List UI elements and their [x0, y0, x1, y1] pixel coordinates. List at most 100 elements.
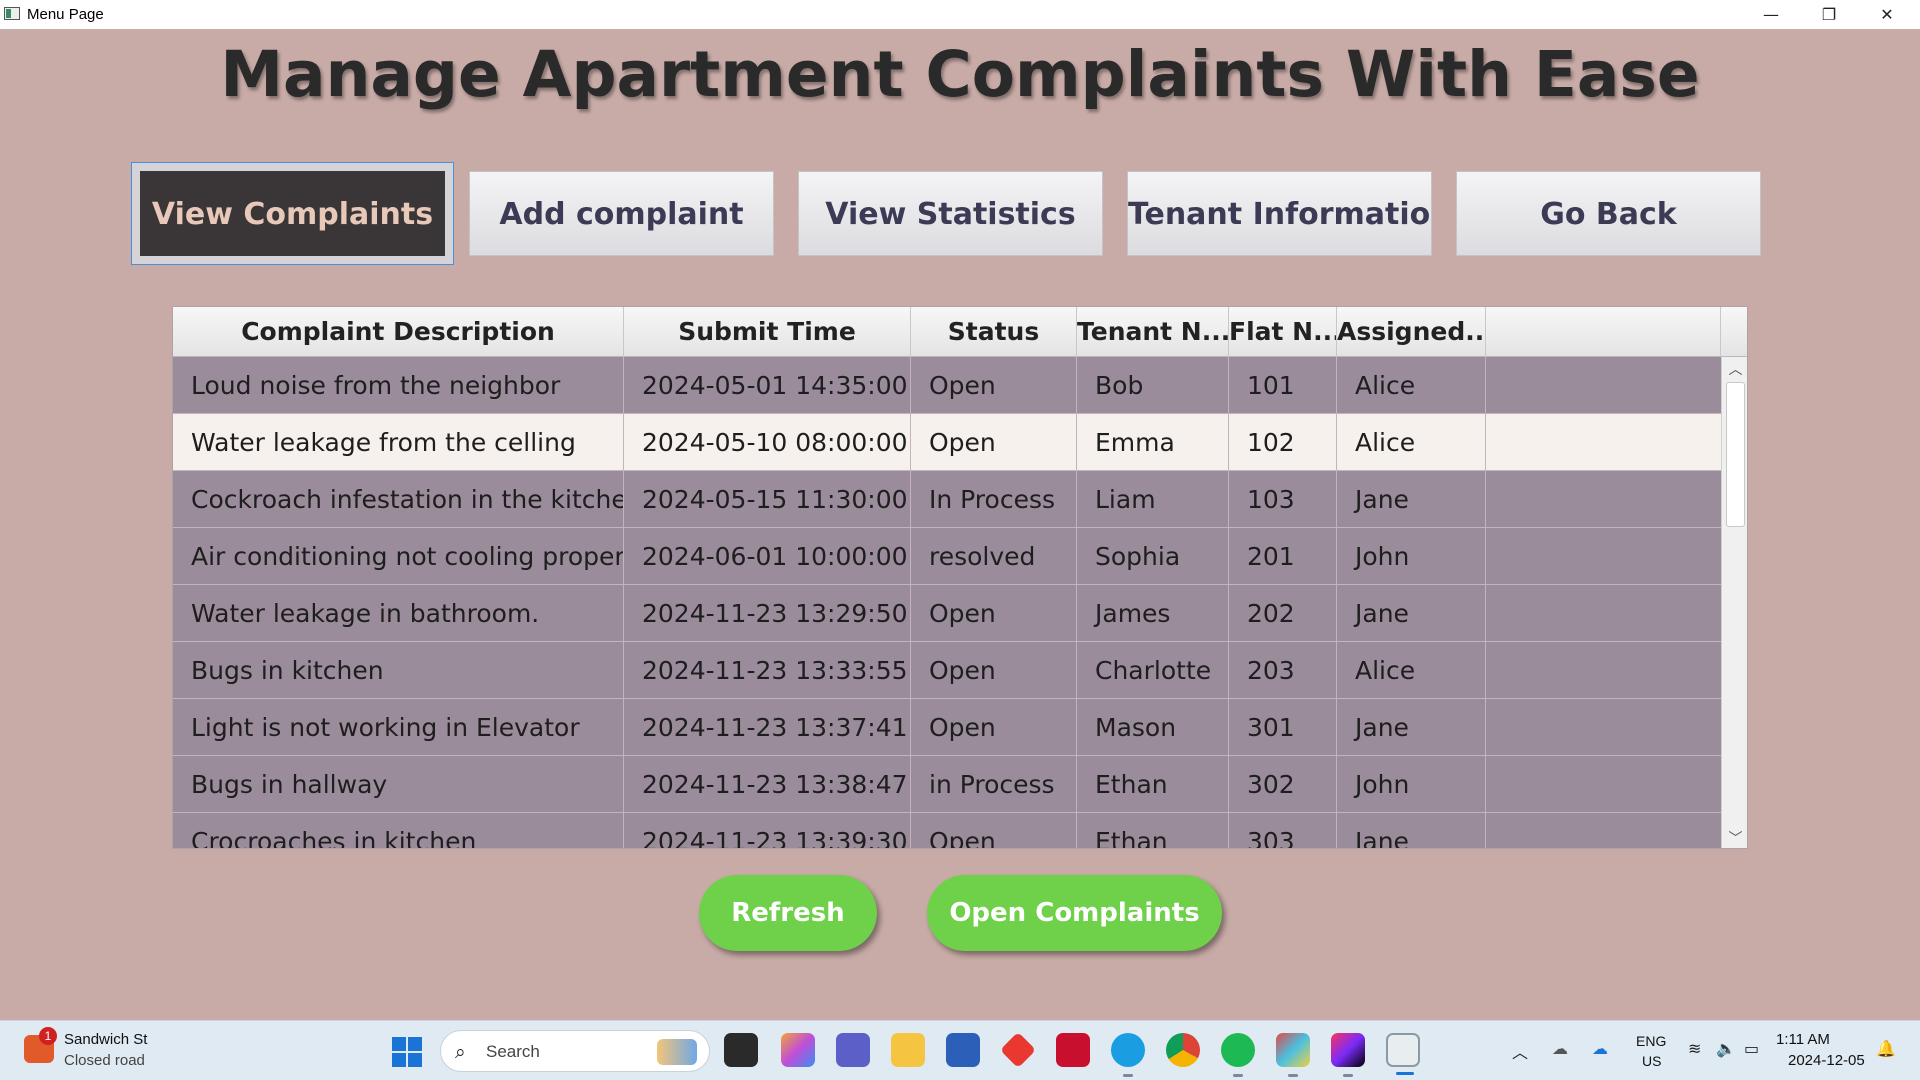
cell-description[interactable]: Bugs in hallway — [173, 756, 624, 813]
volume-icon[interactable]: 🔈 — [1716, 1039, 1736, 1058]
cell-assigned[interactable]: Jane — [1337, 813, 1486, 848]
view-statistics-button[interactable]: View Statistics — [798, 171, 1103, 256]
cell-description[interactable]: Crocroaches in kitchen — [173, 813, 624, 848]
cell-tenant-name[interactable]: Mason — [1077, 699, 1229, 756]
java-app-window-icon[interactable] — [1386, 1033, 1420, 1075]
cell-submit-time[interactable]: 2024-11-23 13:39:30 — [624, 813, 911, 848]
go-back-button[interactable]: Go Back — [1456, 171, 1761, 256]
cell-status[interactable]: in Process — [911, 756, 1077, 813]
edge-icon[interactable] — [1111, 1033, 1145, 1077]
cell-assigned[interactable]: Jane — [1337, 699, 1486, 756]
cell-assigned[interactable]: John — [1337, 528, 1486, 585]
scrollbar-thumb[interactable] — [1726, 382, 1745, 527]
cell-assigned[interactable]: Alice — [1337, 414, 1486, 471]
cell-submit-time[interactable]: 2024-05-10 08:00:00 — [624, 414, 911, 471]
notification-bell-icon[interactable]: 🔔 — [1876, 1039, 1896, 1058]
cell-status[interactable]: Open — [911, 357, 1077, 414]
refresh-button[interactable]: Refresh — [699, 875, 877, 951]
spotify-icon[interactable] — [1221, 1033, 1255, 1077]
scroll-down-arrow-icon[interactable]: ﹀ — [1722, 828, 1747, 848]
column-header-status[interactable]: Status — [911, 307, 1077, 357]
cell-submit-time[interactable]: 2024-11-23 13:38:47 — [624, 756, 911, 813]
minimize-button[interactable]: — — [1742, 0, 1800, 29]
cell-status[interactable]: Open — [911, 699, 1077, 756]
git-tool-icon[interactable] — [1276, 1033, 1310, 1077]
cell-tenant-name[interactable]: Bob — [1077, 357, 1229, 414]
cell-status[interactable]: In Process — [911, 471, 1077, 528]
cell-assigned[interactable]: Alice — [1337, 357, 1486, 414]
clock-date[interactable]: 2024-12-05 — [1788, 1052, 1865, 1069]
cell-assigned[interactable]: John — [1337, 756, 1486, 813]
column-header-flat-number[interactable]: Flat N... — [1229, 307, 1337, 357]
cell-description[interactable]: Light is not working in Elevator — [173, 699, 624, 756]
cell-description[interactable]: Loud noise from the neighbor — [173, 357, 624, 414]
cell-submit-time[interactable]: 2024-11-23 13:37:41 — [624, 699, 911, 756]
table-row[interactable]: Crocroaches in kitchen 2024-11-23 13:39:3… — [173, 813, 1721, 848]
table-row[interactable]: Light is not working in Elevator 2024-11-… — [173, 699, 1721, 756]
column-header-assigned[interactable]: Assigned... — [1337, 307, 1486, 357]
table-row[interactable]: Air conditioning not cooling properly 202… — [173, 528, 1721, 585]
show-hidden-icons-chevron-icon[interactable]: ︿ — [1512, 1039, 1528, 1063]
cell-submit-time[interactable]: 2024-11-23 13:33:55 — [624, 642, 911, 699]
table-row[interactable]: Bugs in hallway 2024-11-23 13:38:47 in Pro… — [173, 756, 1721, 813]
weather-widget-subtitle[interactable]: Closed road — [64, 1052, 145, 1069]
tenant-information-button[interactable]: Tenant Information — [1127, 171, 1432, 256]
cell-flat-number[interactable]: 202 — [1229, 585, 1337, 642]
cell-flat-number[interactable]: 101 — [1229, 357, 1337, 414]
cell-flat-number[interactable]: 302 — [1229, 756, 1337, 813]
file-explorer-icon[interactable] — [891, 1033, 925, 1067]
weather-widget-title[interactable]: Sandwich St — [64, 1031, 147, 1048]
table-vertical-scrollbar[interactable]: ︿ ﹀ — [1721, 357, 1747, 848]
cell-submit-time[interactable]: 2024-05-01 14:35:00 — [624, 357, 911, 414]
cell-status[interactable]: resolved — [911, 528, 1077, 585]
cell-tenant-name[interactable]: James — [1077, 585, 1229, 642]
view-complaints-button[interactable]: View Complaints — [140, 171, 445, 256]
battery-icon[interactable]: ▭ — [1744, 1039, 1759, 1058]
mcafee-icon[interactable] — [1056, 1033, 1090, 1067]
taskbar-search-box[interactable]: ⌕ Search — [440, 1030, 710, 1072]
cell-status[interactable]: Open — [911, 585, 1077, 642]
cell-flat-number[interactable]: 303 — [1229, 813, 1337, 848]
scroll-up-arrow-icon[interactable]: ︿ — [1722, 359, 1747, 379]
column-header-tenant-name[interactable]: Tenant N... — [1077, 307, 1229, 357]
cell-status[interactable]: Open — [911, 642, 1077, 699]
cell-status[interactable]: Open — [911, 813, 1077, 848]
cell-description[interactable]: Cockroach infestation in the kitchen — [173, 471, 624, 528]
table-row[interactable]: Loud noise from the neighbor 2024-05-01 1… — [173, 357, 1721, 414]
cell-tenant-name[interactable]: Sophia — [1077, 528, 1229, 585]
cell-flat-number[interactable]: 301 — [1229, 699, 1337, 756]
windows-start-icon[interactable] — [392, 1037, 422, 1067]
cell-description[interactable]: Water leakage from the celling — [173, 414, 624, 471]
cell-submit-time[interactable]: 2024-06-01 10:00:00 — [624, 528, 911, 585]
column-header-description[interactable]: Complaint Description — [173, 307, 624, 357]
cell-submit-time[interactable]: 2024-05-15 11:30:00 — [624, 471, 911, 528]
cell-tenant-name[interactable]: Liam — [1077, 471, 1229, 528]
onedrive-icon[interactable]: ☁ — [1592, 1039, 1608, 1058]
table-row[interactable]: Cockroach infestation in the kitchen 2024… — [173, 471, 1721, 528]
cell-flat-number[interactable]: 201 — [1229, 528, 1337, 585]
maximize-button[interactable]: ❐ — [1800, 0, 1858, 29]
cell-flat-number[interactable]: 103 — [1229, 471, 1337, 528]
microsoft-store-icon[interactable] — [946, 1033, 980, 1067]
input-region[interactable]: US — [1642, 1053, 1661, 1069]
cell-submit-time[interactable]: 2024-11-23 13:29:50 — [624, 585, 911, 642]
cell-tenant-name[interactable]: Ethan — [1077, 756, 1229, 813]
red-diamond-app-icon[interactable] — [999, 1031, 1037, 1069]
table-row[interactable]: Water leakage from the celling 2024-05-10… — [173, 414, 1721, 471]
chrome-icon[interactable] — [1166, 1033, 1200, 1067]
wifi-icon[interactable]: ≋ — [1688, 1039, 1701, 1058]
complaints-table[interactable]: Complaint Description Submit Time Status… — [172, 306, 1748, 849]
cell-assigned[interactable]: Jane — [1337, 471, 1486, 528]
cell-status[interactable]: Open — [911, 414, 1077, 471]
cell-flat-number[interactable]: 102 — [1229, 414, 1337, 471]
close-button[interactable]: ✕ — [1858, 0, 1916, 29]
cell-description[interactable]: Water leakage in bathroom. — [173, 585, 624, 642]
column-header-submit-time[interactable]: Submit Time — [624, 307, 911, 357]
clock-time[interactable]: 1:11 AM — [1776, 1031, 1830, 1048]
task-view-icon[interactable] — [724, 1033, 758, 1067]
cell-description[interactable]: Air conditioning not cooling properly — [173, 528, 624, 585]
cell-flat-number[interactable]: 203 — [1229, 642, 1337, 699]
cell-assigned[interactable]: Alice — [1337, 642, 1486, 699]
input-language[interactable]: ENG — [1636, 1033, 1666, 1049]
cell-tenant-name[interactable]: Emma — [1077, 414, 1229, 471]
